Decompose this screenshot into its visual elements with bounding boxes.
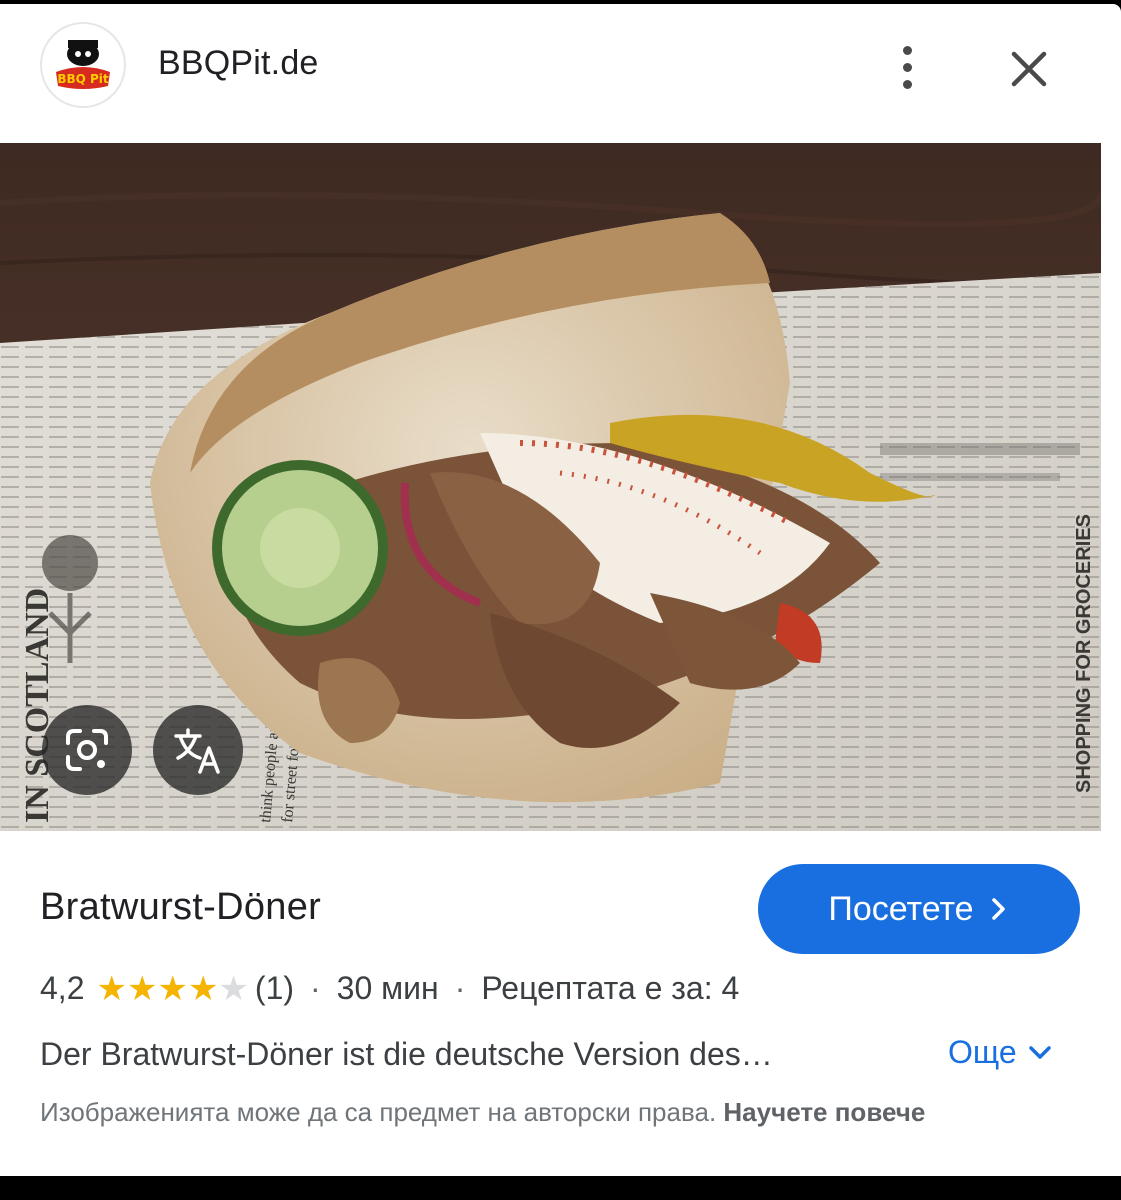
logo-lettering: BBQ Pit: [57, 72, 109, 86]
star-filled-icon: ★: [126, 969, 158, 1008]
visit-button-label: Посетете: [828, 889, 974, 928]
servings: Рецептата е за: 4: [481, 970, 740, 1006]
more-button[interactable]: Още: [948, 1034, 1053, 1071]
more-options-button[interactable]: [880, 40, 934, 94]
copyright-notice: Изображенията може да са предмет на авто…: [40, 1092, 1040, 1132]
site-name[interactable]: BBQPit.de: [158, 44, 319, 83]
copyright-text: Изображенията може да са предмет на авто…: [40, 1097, 717, 1127]
star-filled-icon: ★: [187, 969, 219, 1008]
chevron-down-icon: [1028, 1045, 1051, 1059]
close-button[interactable]: [1002, 42, 1056, 96]
more-label: Още: [948, 1034, 1017, 1070]
google-lens-icon: [66, 729, 108, 771]
star-filled-icon: ★: [157, 969, 188, 1008]
recipe-meta: 4,2 ★ ★ ★ ★ ★ (1) · 30 мин · Рецептата е за:…: [40, 970, 739, 1007]
result-image[interactable]: IN SCOTLAND SHOPPING FOR GROCERIES think…: [0, 143, 1101, 831]
site-logo[interactable]: BBQ Pit: [40, 22, 126, 108]
rating-stars: ★ ★ ★ ★ ★: [96, 972, 248, 1006]
newspaper-headline: IN SCOTLAND: [19, 588, 56, 823]
separator: ·: [310, 970, 321, 1006]
close-icon: [1011, 51, 1047, 87]
separator: ·: [454, 970, 466, 1006]
star-empty-icon: ★: [218, 969, 249, 1008]
result-title[interactable]: Bratwurst-Döner: [40, 886, 321, 929]
visit-button[interactable]: Посетете: [758, 864, 1080, 954]
star-filled-icon: ★: [96, 969, 127, 1008]
lens-search-button[interactable]: [42, 705, 132, 795]
header: BBQ Pit BBQPit.de: [0, 4, 1121, 134]
chevron-right-icon: [991, 898, 1005, 920]
learn-more-link[interactable]: Научете повече: [723, 1097, 925, 1127]
review-count: (1): [254, 970, 295, 1006]
bbqpit-logo-icon: BBQ Pit: [56, 40, 110, 89]
translate-icon: [174, 728, 220, 774]
image-result-card: BBQ Pit BBQPit.de IN SCOTLAND SHOPPING F…: [0, 4, 1121, 1176]
translate-button[interactable]: [153, 705, 243, 795]
newspaper-headline: SHOPPING FOR GROCERIES: [1073, 514, 1095, 793]
cook-time: 30 мин: [336, 970, 439, 1006]
more-vert-icon: [902, 45, 912, 55]
result-description: Der Bratwurst-Döner ist die deutsche Ver…: [40, 1036, 773, 1072]
rating-value: 4,2: [40, 970, 85, 1006]
